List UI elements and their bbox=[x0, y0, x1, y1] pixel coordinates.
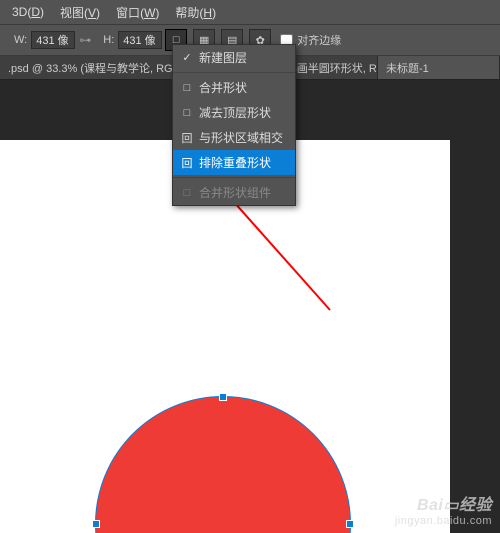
anchor-top[interactable] bbox=[219, 393, 227, 401]
dropdown-subtract[interactable]: □ 减去顶层形状 bbox=[173, 100, 295, 125]
anchor-left[interactable] bbox=[92, 520, 100, 528]
dropdown-exclude[interactable]: 回 排除重叠形状 bbox=[173, 150, 295, 175]
anchor-right[interactable] bbox=[346, 520, 354, 528]
dropdown-combine[interactable]: □ 合并形状 bbox=[173, 75, 295, 100]
link-icon[interactable]: ⊶ bbox=[79, 33, 91, 47]
tab-document-3[interactable]: 未标题-1 bbox=[378, 56, 500, 79]
menu-window[interactable]: 窗口(W) bbox=[108, 4, 167, 21]
height-label: H: bbox=[103, 34, 114, 46]
merge-icon: □ bbox=[179, 187, 195, 199]
dropdown-new-layer[interactable]: ✓ 新建图层 bbox=[173, 45, 295, 70]
intersect-icon: 回 bbox=[179, 130, 195, 146]
separator bbox=[173, 177, 295, 178]
watermark: Bai▭经验 jingyan.baidu.com bbox=[395, 491, 492, 527]
width-input[interactable] bbox=[31, 31, 75, 49]
ellipse-shape[interactable] bbox=[95, 396, 351, 533]
separator bbox=[173, 72, 295, 73]
menu-help[interactable]: 帮助(H) bbox=[167, 4, 224, 21]
height-input[interactable] bbox=[118, 31, 162, 49]
subtract-icon: □ bbox=[179, 107, 195, 119]
width-label: W: bbox=[14, 34, 27, 46]
path-operations-dropdown: ✓ 新建图层 □ 合并形状 □ 减去顶层形状 回 与形状区域相交 回 排除重叠形… bbox=[172, 44, 296, 206]
menubar: 3D(D) 视图(V) 窗口(W) 帮助(H) bbox=[0, 0, 500, 24]
check-icon: ✓ bbox=[179, 51, 195, 64]
tab-document-1[interactable]: .psd @ 33.3% (课程与教学论, RGB/8)× bbox=[0, 56, 192, 79]
menu-view[interactable]: 视图(V) bbox=[52, 4, 108, 21]
menu-3d[interactable]: 3D(D) bbox=[4, 5, 52, 19]
combine-icon: □ bbox=[179, 82, 195, 94]
dropdown-intersect[interactable]: 回 与形状区域相交 bbox=[173, 125, 295, 150]
exclude-icon: 回 bbox=[179, 155, 195, 171]
dropdown-merge-components: □ 合并形状组件 bbox=[173, 180, 295, 205]
